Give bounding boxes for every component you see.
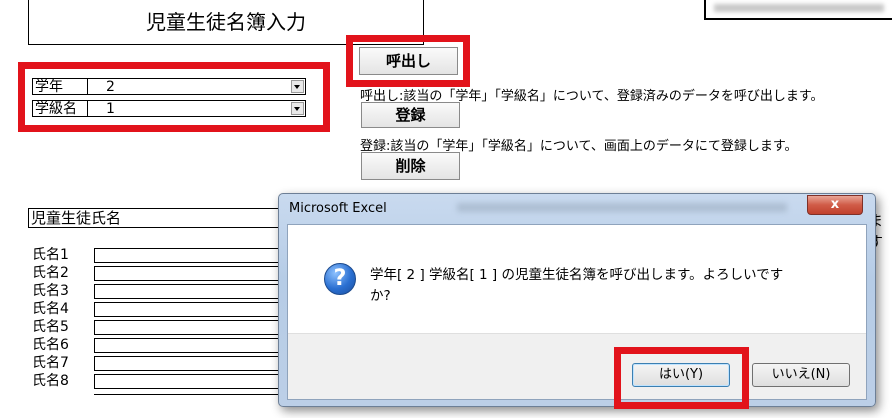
dialog-title: Microsoft Excel [289, 201, 387, 216]
dialog-message: 学年[ 2 ] 学級名[ 1 ] の児童生徒名簿を呼び出します。よろしいです か… [370, 265, 790, 307]
delete-button[interactable]: 削除 [361, 152, 460, 180]
name-input[interactable] [94, 266, 294, 281]
name-input[interactable] [94, 338, 294, 353]
name-row: 氏名5 [32, 320, 294, 335]
name-row-label: 氏名6 [32, 337, 69, 353]
name-row-label: 氏名5 [32, 319, 69, 335]
highlight-frame-selectors [18, 62, 330, 132]
question-icon: ? [324, 263, 356, 295]
dialog-message-line-2: か? [370, 288, 391, 304]
name-row: 氏名1 [32, 248, 294, 263]
register-button[interactable]: 登録 [361, 102, 460, 128]
name-row-label: 氏名2 [32, 265, 69, 281]
dialog-message-line-1: 学年[ 2 ] 学級名[ 1 ] の児童生徒名簿を呼び出します。よろしいです [370, 267, 784, 283]
class-label: 学級名 [32, 100, 88, 117]
name-row: 氏名7 [32, 356, 294, 371]
name-row: 氏名2 [32, 266, 294, 281]
name-row-partial [94, 394, 294, 418]
name-row-label: 氏名1 [32, 247, 69, 263]
name-row: 氏名3 [32, 284, 294, 299]
name-row-label: 氏名8 [32, 373, 69, 389]
name-input[interactable] [94, 320, 294, 335]
name-input[interactable] [94, 302, 294, 317]
class-value: 1 [106, 101, 115, 117]
close-button[interactable]: x [807, 195, 863, 215]
grade-label: 学年 [32, 78, 88, 95]
class-field: 学級名 1 [32, 100, 312, 117]
grade-select[interactable]: 2 [88, 78, 306, 95]
name-row-label: 氏名3 [32, 283, 69, 299]
call-button[interactable]: 呼出し [359, 47, 458, 75]
chevron-down-icon[interactable] [291, 80, 304, 93]
grade-value: 2 [106, 79, 115, 95]
name-row-label: 氏名7 [32, 355, 69, 371]
name-row: 氏名8 [32, 374, 294, 389]
class-select[interactable]: 1 [88, 100, 306, 117]
name-list-header: 児童生徒氏名 [28, 208, 290, 228]
name-row: 氏名6 [32, 338, 294, 353]
name-input[interactable] [94, 356, 294, 371]
chevron-down-icon[interactable] [291, 102, 304, 115]
name-input[interactable] [94, 374, 294, 389]
name-row: 氏名4 [32, 302, 294, 317]
close-icon: x [830, 197, 840, 212]
name-row-label: 氏名4 [32, 301, 69, 317]
grade-field: 学年 2 [32, 78, 312, 95]
no-button[interactable]: いいえ(N) [752, 363, 850, 387]
top-right-cell [704, 0, 892, 20]
name-input[interactable] [94, 248, 294, 263]
yes-button[interactable]: はい(Y) [632, 363, 730, 387]
name-input[interactable] [94, 284, 294, 299]
blurred-background-text [457, 203, 787, 212]
